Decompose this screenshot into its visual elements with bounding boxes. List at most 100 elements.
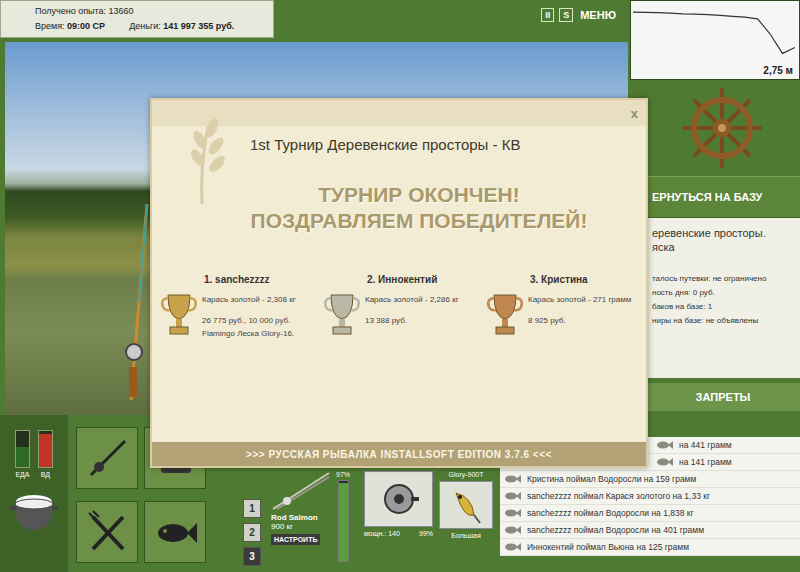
log-entry: на 141 грамм (679, 457, 732, 467)
trophy-icon (486, 291, 524, 337)
winner-fish: Карась золотой - 2,308 кг (202, 295, 296, 304)
reel-box[interactable] (364, 471, 433, 527)
reel-power: мощн.: 140 (364, 530, 400, 537)
winner-fish: Карась золотой - 271 грамм (528, 295, 631, 304)
depth-line (633, 12, 795, 53)
meter-label: ВД (41, 471, 50, 478)
log-entry: Кристина поймал Водоросли на 159 грамм (527, 474, 696, 484)
winner-name: 2. Иннокентий (323, 274, 483, 285)
line-name: Glory-900T (448, 471, 483, 478)
game-screen: Получено опыта: 13660 Время: 09:00 СР День… (0, 0, 800, 572)
slot-button[interactable]: 2 (243, 523, 261, 542)
winner: 3. Кристина Карась золотой - 271 грамм 8 9… (486, 274, 646, 338)
detail-line: ниры на базе: не объявлены (652, 316, 794, 326)
winners: 1. sanchezzzzКарась золотой - 2,308 кг26… (152, 274, 646, 338)
winner-prize: Flamingo Леска Glory-16. (202, 329, 296, 338)
menu-button[interactable]: МЕНЮ (578, 10, 618, 20)
experience-row: Получено опыта: 13660 (1, 4, 273, 16)
ship-wheel-icon[interactable] (682, 88, 762, 168)
winner-details: Карась золотой - 2,286 кг 13 388 руб. (365, 291, 459, 337)
winner-body: Карась золотой - 2,286 кг 13 388 руб. (323, 291, 483, 337)
log-row: Иннокентий поймал Вьюна на 125 грамм (500, 539, 800, 556)
tool-button[interactable] (144, 501, 206, 563)
winner-details: Карась золотой - 2,308 кг 26 775 руб., 10… (202, 291, 296, 338)
depth-reading: 2,75 м (763, 65, 793, 76)
time: Время: 09:00 СР (35, 21, 105, 31)
dialog-footer: >>> РУССКАЯ РЫБАЛКА INSTALLSOFT EDITION … (152, 442, 646, 466)
location-name: еревенские просторы. (652, 226, 794, 240)
slot-button[interactable]: 3 (243, 547, 261, 566)
winner: 1. sanchezzzzКарась золотой - 2,308 кг26… (160, 274, 320, 338)
side-panel: 2,75 мЕРНУТЬСЯ НА БАЗУеревенские простор… (630, 0, 800, 415)
tool-button[interactable] (76, 427, 138, 489)
winner-body: Карась золотой - 271 грамм 8 925 руб. (486, 291, 646, 337)
location-info: еревенские просторы.яскаталось путевки: … (630, 218, 800, 378)
lure-box[interactable] (439, 481, 493, 529)
fish-icon (656, 457, 674, 467)
rod-strength: 900 кг (271, 522, 293, 531)
money: Деньги: 141 997 355 руб. (129, 21, 234, 31)
experience: Получено опыта: 13660 (35, 6, 134, 16)
log-row: Кристина поймал Водоросли на 159 грамм (500, 471, 800, 488)
status-panel: Получено опыта: 13660 Время: 09:00 СР День… (0, 0, 274, 38)
return-to-base-button[interactable]: ЕРНУТЬСЯ НА БАЗУ (630, 176, 800, 218)
winner-prize: 13 388 руб. (365, 316, 459, 325)
depth-plot (631, 1, 799, 65)
meter-label: ЕДА (15, 471, 29, 478)
toolbar-button[interactable]: II (541, 8, 554, 22)
headline: ТУРНИР ОКОНЧЕН! (318, 182, 520, 208)
reel-durability: 99% (419, 530, 433, 537)
bans-button[interactable]: ЗАПРЕТЫ (630, 383, 800, 411)
need-meter: ВД (38, 430, 53, 478)
time-value: 09:00 СР (67, 21, 105, 31)
log-entry: на 441 грамм (679, 440, 732, 450)
trophy-icon (323, 291, 361, 337)
log-entry: Иннокентий поймал Вьюна на 125 грамм (527, 542, 689, 552)
log-entry: sanchezzzz поймал Водоросли на 401 грамм (527, 525, 704, 535)
winner: 2. Иннокентий Карась золотой - 2,286 кг 13… (323, 274, 483, 338)
needs-column: ЕДА ВД (0, 415, 68, 572)
rod-icon[interactable] (271, 471, 331, 511)
fork-knife-icon (83, 509, 131, 555)
log-row: sanchezzzz поймал Водоросли на 1,838 кг (500, 505, 800, 522)
tool-button[interactable] (76, 501, 138, 563)
meter-fill (39, 434, 52, 467)
fish-tool-icon (151, 509, 199, 555)
meter-track (15, 430, 30, 468)
slot-button[interactable]: 1 (243, 499, 261, 518)
tournament-results-dialog: x1st Турнир Деревенские просторы - КВТУР… (150, 98, 648, 468)
need-meter: ЕДА (15, 430, 30, 478)
meter-track (38, 430, 53, 468)
winner-details: Карась золотой - 271 грамм 8 925 руб. (528, 291, 631, 337)
location-sub: яска (652, 240, 794, 254)
lure-size: Большая (451, 532, 480, 539)
lure-icon (446, 485, 486, 525)
time-label: Время: (35, 21, 65, 31)
rod-tool-icon (83, 435, 131, 481)
pot-icon[interactable] (9, 488, 59, 534)
dialog-top: x (152, 100, 646, 126)
rod-info: Rod Salmon900 кгНАСТРОИТЬ (271, 471, 333, 572)
reel-icon (377, 479, 421, 519)
configure-button[interactable]: НАСТРОИТЬ (271, 534, 320, 545)
winner-prize: 26 775 руб., 10 000 руб. (202, 316, 296, 325)
fish-icon (504, 542, 522, 552)
time-money-row: Время: 09:00 СР Деньги: 141 997 355 руб. (1, 16, 273, 31)
rod-durability: 97% (336, 471, 350, 572)
headlines: ТУРНИР ОКОНЧЕН!ПОЗДРАВЛЯЕМ ПОБЕДИТЕЛЕЙ! (152, 182, 646, 234)
trophy-icon (160, 291, 198, 338)
winner-fish: Карась золотой - 2,286 кг (365, 295, 459, 304)
log-entry: sanchezzzz поймал Карася золотого на 1,3… (527, 491, 710, 501)
fish-icon (504, 474, 522, 484)
winner-name: 3. Кристина (486, 274, 646, 285)
meter-fill (16, 447, 29, 467)
winner-prize: 8 925 руб. (528, 316, 631, 325)
top-buttons: II S МЕНЮ (541, 0, 630, 22)
log-row: sanchezzzz поймал Карася золотого на 1,3… (500, 488, 800, 505)
wheat-icon (162, 106, 242, 206)
close-button[interactable]: x (631, 106, 638, 121)
detail-line: ность дня: 0 руб. (652, 288, 794, 298)
money-value: 141 997 355 руб. (163, 21, 234, 31)
money-label: Деньги: (129, 21, 161, 31)
toolbar-button[interactable]: S (559, 8, 573, 22)
